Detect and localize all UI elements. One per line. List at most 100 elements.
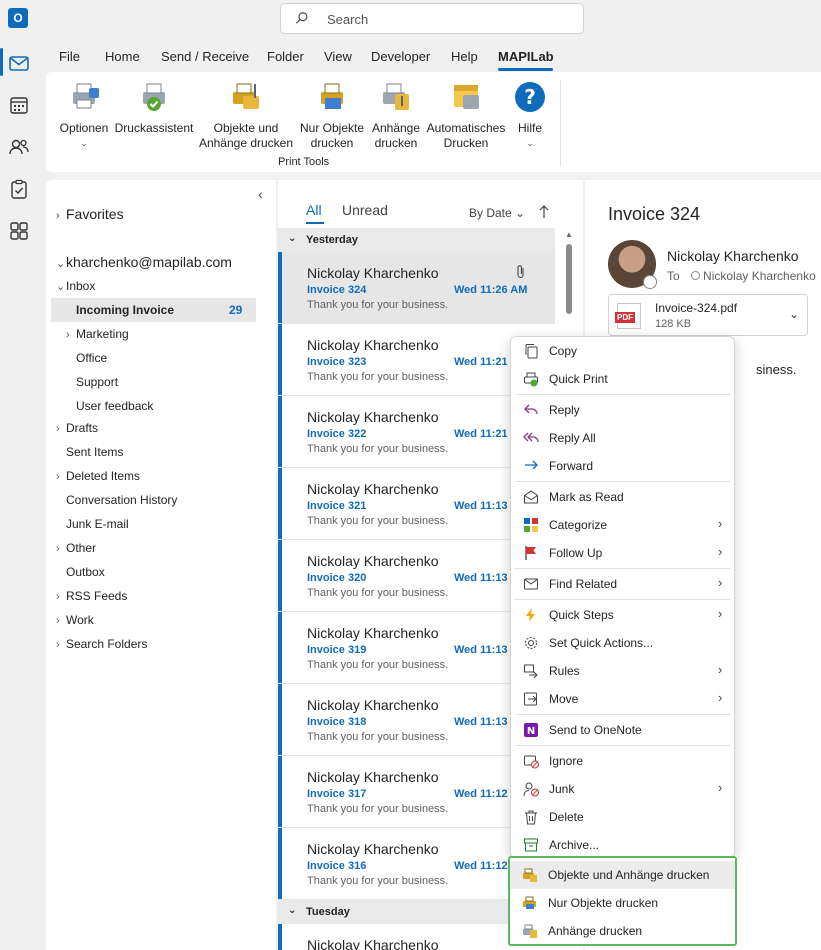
menu-item-forward[interactable]: Forward bbox=[511, 453, 734, 479]
print-items-attachments-button[interactable]: Objekte und Anhänge drucken bbox=[198, 80, 294, 151]
folder-incoming-invoice[interactable]: Incoming Invoice 29 bbox=[51, 298, 256, 322]
folder-junk-email[interactable]: Junk E-mail bbox=[66, 517, 129, 531]
menu-item-quick-steps[interactable]: Quick Steps › bbox=[511, 602, 734, 628]
options-button[interactable]: Optionen ⌄ bbox=[56, 80, 112, 151]
tasks-icon[interactable] bbox=[8, 178, 30, 200]
menu-item-move[interactable]: Move › bbox=[511, 686, 734, 712]
menu-item-print-attachments[interactable]: Anhänge drucken bbox=[510, 917, 735, 945]
menu-separator bbox=[515, 481, 730, 482]
search-icon bbox=[295, 12, 308, 24]
folder-support[interactable]: Support bbox=[76, 375, 118, 389]
tab-view[interactable]: View bbox=[324, 49, 352, 64]
folder-other[interactable]: › Other bbox=[56, 541, 96, 555]
mail-icon[interactable] bbox=[8, 52, 30, 74]
attachment-card[interactable]: PDF Invoice-324.pdf 128 KB ⌄ bbox=[608, 294, 808, 336]
menu-label: Copy bbox=[549, 344, 578, 358]
menu-item-copy[interactable]: Copy bbox=[511, 338, 734, 364]
folder-label: Incoming Invoice bbox=[76, 303, 175, 317]
menu-item-junk[interactable]: Junk › bbox=[511, 776, 734, 802]
subject: Invoice 318 bbox=[307, 716, 367, 728]
menu-item-send-to-onenote[interactable]: N Send to OneNote bbox=[511, 717, 734, 743]
folder-rss-feeds[interactable]: › RSS Feeds bbox=[56, 589, 127, 603]
menu-item-print-items-attachments[interactable]: Objekte und Anhänge drucken bbox=[510, 861, 735, 889]
menu-item-quick-print[interactable]: Quick Print bbox=[511, 366, 734, 392]
preview: Thank you for your business. bbox=[307, 299, 449, 311]
tab-home[interactable]: Home bbox=[105, 49, 140, 64]
ribbon: Optionen ⌄ Druckassistent Objekte und An… bbox=[46, 72, 821, 172]
sort-dropdown[interactable]: By Date ⌄ bbox=[469, 206, 525, 220]
folder-office[interactable]: Office bbox=[76, 351, 107, 365]
folder-sent-items[interactable]: Sent Items bbox=[66, 445, 123, 459]
folder-outbox[interactable]: Outbox bbox=[66, 565, 105, 579]
tab-help[interactable]: Help bbox=[451, 49, 478, 64]
menu-label: Mark as Read bbox=[549, 490, 624, 504]
folder-inbox[interactable]: ⌄Inbox bbox=[56, 279, 95, 293]
calendar-icon[interactable] bbox=[8, 94, 30, 116]
folder-drafts[interactable]: › Drafts bbox=[56, 421, 98, 435]
menu-item-find-related[interactable]: Find Related › bbox=[511, 571, 734, 597]
scroll-up-icon[interactable]: ▲ bbox=[565, 230, 573, 239]
chevron-right-icon: › bbox=[718, 780, 723, 795]
tab-developer[interactable]: Developer bbox=[371, 49, 430, 64]
account-node[interactable]: ⌄kharchenko@mapilab.com bbox=[56, 254, 232, 270]
print-attachments-button[interactable]: Anhänge drucken bbox=[368, 80, 424, 151]
print-items-only-button[interactable]: Nur Objekte drucken bbox=[296, 80, 368, 151]
sort-direction-icon[interactable] bbox=[539, 205, 549, 219]
tab-send-receive[interactable]: Send / Receive bbox=[161, 49, 249, 64]
group-label: Yesterday bbox=[306, 234, 358, 246]
menu-item-archive[interactable]: Archive... bbox=[511, 832, 734, 858]
tab-folder[interactable]: Folder bbox=[267, 49, 304, 64]
chevron-right-icon: › bbox=[718, 690, 723, 705]
recipient-name[interactable]: Nickolay Kharchenko bbox=[703, 269, 816, 283]
sender: Nickolay Kharchenko bbox=[307, 841, 439, 857]
chevron-down-icon[interactable]: ⌄ bbox=[789, 307, 799, 321]
attachment-name: Invoice-324.pdf bbox=[655, 301, 738, 315]
folder-marketing[interactable]: › Marketing bbox=[66, 327, 129, 341]
subject: Invoice 320 bbox=[307, 572, 367, 584]
recipients-line: To Nickolay Kharchenko bbox=[667, 269, 816, 283]
menu-item-delete[interactable]: Delete bbox=[511, 804, 734, 830]
folder-search-folders[interactable]: › Search Folders bbox=[56, 637, 147, 651]
collapse-pane-icon[interactable]: ‹ bbox=[258, 186, 263, 202]
filter-unread-tab[interactable]: Unread bbox=[342, 202, 388, 218]
chevron-right-icon: › bbox=[56, 210, 60, 222]
auto-print-button[interactable]: Automatisches Drucken bbox=[424, 80, 508, 151]
sender: Nickolay Kharchenko bbox=[307, 697, 439, 713]
folder-work[interactable]: › Work bbox=[56, 613, 94, 627]
folder-label: Drafts bbox=[66, 421, 99, 435]
chevron-right-icon: › bbox=[66, 329, 70, 341]
print-wizard-button[interactable]: Druckassistent bbox=[114, 80, 194, 136]
menu-label: Nur Objekte drucken bbox=[548, 896, 659, 910]
search-box[interactable]: Search bbox=[280, 3, 584, 34]
folder-user-feedback[interactable]: User feedback bbox=[76, 399, 153, 413]
help-button[interactable]: ? Hilfe ⌄ bbox=[508, 80, 552, 151]
folder-conversation-history[interactable]: Conversation History bbox=[66, 493, 177, 507]
tab-file[interactable]: File bbox=[59, 49, 80, 64]
menu-item-follow-up[interactable]: Follow Up › bbox=[511, 540, 734, 566]
menu-item-set-quick-actions[interactable]: Set Quick Actions... bbox=[511, 630, 734, 656]
preview: Thank you for your business. bbox=[307, 659, 449, 671]
menu-item-reply[interactable]: Reply bbox=[511, 397, 734, 423]
print-attachments-icon bbox=[523, 924, 537, 938]
menu-item-categorize[interactable]: Categorize › bbox=[511, 512, 734, 538]
people-icon[interactable] bbox=[8, 136, 30, 158]
menu-item-print-items-only[interactable]: Nur Objekte drucken bbox=[510, 889, 735, 917]
folder-label: Junk E-mail bbox=[66, 517, 129, 531]
menu-item-rules[interactable]: Rules › bbox=[511, 658, 734, 684]
menu-label: Categorize bbox=[549, 518, 608, 532]
menu-label: Objekte und Anhänge drucken bbox=[548, 868, 710, 882]
folder-deleted-items[interactable]: › Deleted Items bbox=[56, 469, 140, 483]
menu-item-mark-as-read[interactable]: Mark as Read bbox=[511, 484, 734, 510]
tab-mapilab[interactable]: MAPILab bbox=[498, 49, 554, 64]
favorites-node[interactable]: › Favorites bbox=[56, 206, 124, 222]
menu-item-ignore[interactable]: Ignore bbox=[511, 748, 734, 774]
sender-name[interactable]: Nickolay Kharchenko bbox=[667, 248, 799, 264]
list-item[interactable]: Nickolay Kharchenko Invoice 324 Wed 11:26… bbox=[278, 252, 555, 324]
print-items-attachments-icon bbox=[523, 868, 537, 882]
group-header-yesterday[interactable]: ⌄ Yesterday bbox=[278, 228, 555, 252]
menu-item-reply-all[interactable]: Reply All bbox=[511, 425, 734, 451]
apps-icon[interactable] bbox=[8, 220, 30, 242]
help-icon: ? bbox=[515, 82, 545, 112]
filter-all-tab[interactable]: All bbox=[306, 202, 322, 218]
scroll-thumb[interactable] bbox=[566, 244, 572, 314]
